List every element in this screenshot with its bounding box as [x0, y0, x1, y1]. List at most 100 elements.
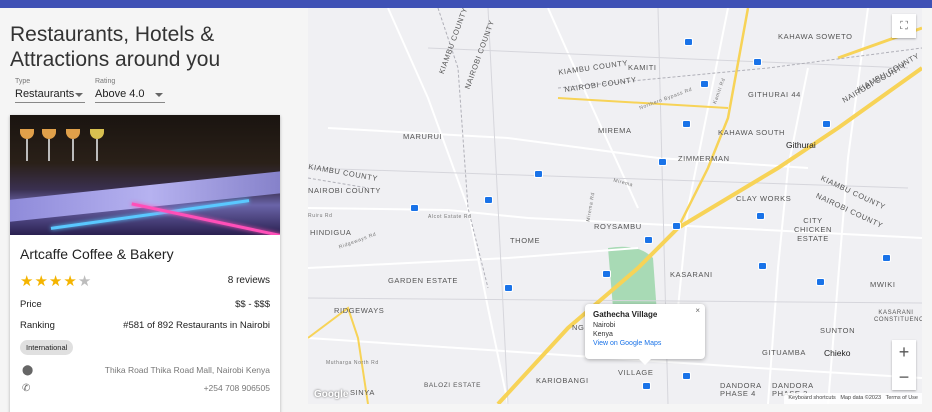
map-label: THOME	[510, 236, 541, 245]
map-label: GITUAMBA	[762, 348, 806, 357]
address-text: Thika Road Thika Road Mall, Nairobi Keny…	[104, 365, 270, 375]
map-label: MARURUI	[403, 132, 443, 141]
map-marker[interactable]	[672, 222, 681, 230]
road-label: Alcot Estate Rd	[428, 214, 472, 220]
map-marker[interactable]	[504, 284, 513, 292]
type-select[interactable]: Type Restaurants	[15, 78, 85, 103]
map-label: MWIKI	[870, 280, 896, 289]
map-marker[interactable]	[753, 58, 762, 66]
map-label: Chieko	[824, 348, 851, 358]
location-pin-icon: ⬤	[22, 365, 34, 376]
map-marker[interactable]	[882, 254, 891, 262]
map-label: VILLAGE	[618, 368, 654, 377]
map-label: KAMITI	[628, 63, 657, 72]
sidebar-panel: Restaurants, Hotels & Attractions around…	[0, 8, 308, 412]
map-label: CLAY WORKS	[736, 194, 792, 203]
map-label: KASARANI CONSTITUENCY	[874, 310, 922, 323]
map-label: GARDEN ESTATE	[388, 276, 459, 285]
rating-select-value: Above 4.0	[95, 88, 145, 100]
map-label: SUNTON	[820, 326, 856, 335]
price-row: Price $$ - $$$	[20, 299, 270, 310]
fullscreen-icon: ⛶	[900, 20, 908, 32]
map-label: Githurai	[786, 140, 816, 150]
fullscreen-button[interactable]: ⛶	[892, 14, 916, 38]
ranking-value: #581 of 892 Restaurants in Nairobi	[123, 320, 270, 331]
phone-row[interactable]: ✆ +254 708 906505	[20, 383, 270, 394]
type-select-label: Type	[15, 78, 31, 85]
map-label: RIDGEWAYS	[334, 306, 385, 315]
map-marker[interactable]	[602, 270, 611, 278]
map-marker[interactable]	[534, 170, 543, 178]
map-label: KARIOBANGI	[536, 376, 589, 385]
chevron-down-icon	[75, 93, 83, 97]
view-on-google-maps-link[interactable]: View on Google Maps	[593, 339, 697, 348]
map-marker[interactable]	[700, 80, 709, 88]
map-label: KAHAWA SOWETO	[778, 32, 853, 41]
phone-text[interactable]: +254 708 906505	[204, 383, 270, 393]
road-label: Mutharga North Rd	[326, 360, 379, 366]
map-marker[interactable]	[682, 372, 691, 380]
cuisine-chip[interactable]: International	[20, 340, 74, 355]
map-label: NAIROBI COUNTY	[308, 186, 381, 195]
star-filled-icon: ★	[20, 273, 35, 290]
map-data-text: Map data ©2023	[840, 395, 882, 401]
map-marker[interactable]	[644, 236, 653, 244]
place-card[interactable]: Artcaffe Coffee & Bakery ★★★★★ 8 reviews…	[10, 115, 280, 412]
rating-stars: ★★★★★	[20, 272, 92, 290]
review-count: 8 reviews	[227, 275, 270, 286]
map-label: CITY CHICKEN ESTATE	[794, 216, 832, 243]
map-marker[interactable]	[682, 120, 691, 128]
star-filled-icon: ★	[48, 273, 64, 290]
keyboard-shortcuts-link[interactable]: Keyboard shortcuts	[788, 395, 835, 401]
price-value: $$ - $$$	[235, 299, 270, 310]
zoom-in-button[interactable]: +	[892, 340, 916, 365]
zoom-control: + −	[892, 340, 916, 390]
map-label: ZIMMERMAN	[678, 154, 730, 163]
price-label: Price	[20, 299, 42, 310]
map-marker[interactable]	[684, 38, 693, 46]
info-window-line: Nairobi	[593, 322, 616, 329]
google-logo[interactable]: Google	[314, 389, 348, 400]
address-row: ⬤ Thika Road Thika Road Mall, Nairobi Ke…	[20, 365, 270, 376]
map-marker[interactable]	[658, 158, 667, 166]
rating-select[interactable]: Rating Above 4.0	[95, 78, 165, 103]
close-icon[interactable]: ×	[695, 306, 700, 315]
map-marker[interactable]	[822, 120, 831, 128]
map-attribution: Keyboard shortcuts Map data ©2023 Terms …	[784, 393, 922, 404]
chevron-down-icon	[155, 93, 163, 97]
terms-link[interactable]: Terms of Use	[886, 395, 918, 401]
map-label: NG	[572, 323, 585, 332]
map-label: SINYA	[350, 388, 375, 397]
type-select-value: Restaurants	[15, 88, 75, 100]
info-window[interactable]: × Gathecha Village Nairobi Kenya View on…	[585, 304, 705, 365]
ranking-row: Ranking #581 of 892 Restaurants in Nairo…	[20, 320, 270, 331]
map-marker[interactable]	[756, 212, 765, 220]
map-marker[interactable]	[410, 204, 419, 212]
phone-icon: ✆	[22, 383, 31, 394]
map-marker[interactable]	[642, 382, 651, 390]
road-label: Ruiru Rd	[308, 213, 333, 219]
zoom-out-button[interactable]: −	[892, 365, 916, 390]
rating-select-label: Rating	[95, 78, 116, 85]
star-filled-icon: ★	[34, 273, 49, 290]
map-label: MIREMA	[598, 126, 632, 135]
map-marker[interactable]	[484, 196, 493, 204]
map-view[interactable]: KAHAWA SOWETO KIAMBU COUNTY NAIROBI COUN…	[308, 8, 922, 404]
star-filled-icon: ★	[63, 273, 78, 290]
map-label: GITHURAI 44	[748, 90, 801, 99]
map-label: HINDIGUA	[310, 228, 352, 237]
map-label: KAHAWA SOUTH	[718, 128, 786, 137]
map-marker[interactable]	[816, 278, 825, 286]
map-label: DANDORA PHASE 4	[720, 381, 762, 398]
map-marker[interactable]	[758, 262, 767, 270]
star-empty-icon: ★	[77, 273, 93, 290]
map-label: KASARANI	[670, 270, 713, 279]
map-label: ROYSAMBU	[594, 222, 642, 231]
page-title: Restaurants, Hotels & Attractions around…	[10, 23, 221, 71]
ranking-label: Ranking	[20, 320, 55, 331]
info-window-line: Kenya	[593, 331, 613, 338]
place-name: Artcaffe Coffee & Bakery	[20, 246, 174, 262]
top-app-bar	[0, 0, 932, 8]
place-photo	[10, 115, 280, 235]
map-label: BALOZI ESTATE	[424, 382, 482, 389]
